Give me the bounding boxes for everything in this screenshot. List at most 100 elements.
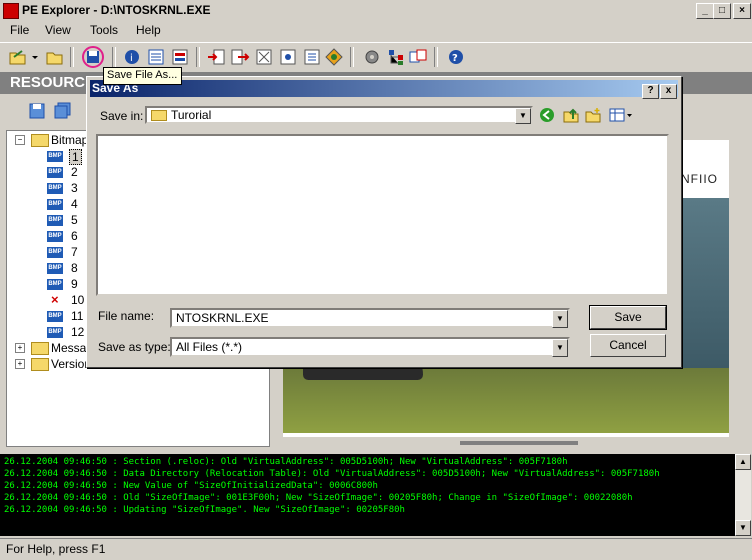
file-name-input[interactable]: NTOSKRNL.EXE ▼	[170, 308, 570, 328]
folder-icon	[31, 358, 49, 371]
file-name-value: NTOSKRNL.EXE	[176, 311, 269, 325]
bitmap-icon: BMP	[47, 263, 63, 274]
bitmap-icon: BMP	[47, 279, 63, 290]
chevron-down-icon[interactable]: ▼	[552, 339, 568, 357]
settings-icon[interactable]	[362, 47, 382, 67]
menu-help[interactable]: Help	[136, 23, 161, 37]
preview-scrollbar[interactable]	[460, 441, 578, 445]
save-as-dialog: Save As ? x Save in: Turorial ▼ File nam…	[86, 76, 682, 368]
open-folder-icon[interactable]	[45, 47, 65, 67]
title-bar: PE Explorer - D:\NTOSKRNL.EXE _ □ ×	[0, 0, 752, 20]
file-list[interactable]	[96, 134, 669, 296]
debug-icon[interactable]	[278, 47, 298, 67]
bitmap-icon: BMP	[47, 247, 63, 258]
tree-item-label: 10	[71, 293, 85, 307]
bitmap-icon: BMP	[47, 167, 63, 178]
save-in-value: Turorial	[171, 108, 212, 122]
tree-item-label: 3	[71, 181, 78, 195]
info-icon[interactable]: i	[122, 47, 142, 67]
help-icon[interactable]: ?	[446, 47, 466, 67]
tree-item-label: 4	[71, 197, 78, 211]
minimize-button[interactable]: _	[696, 3, 714, 19]
svg-text:?: ?	[452, 53, 458, 64]
save-as-type-dropdown[interactable]: All Files (*.*) ▼	[170, 337, 570, 357]
svg-text:i: i	[130, 53, 133, 64]
chevron-down-icon[interactable]: ▼	[552, 310, 568, 328]
chevron-down-icon[interactable]: ▼	[515, 108, 531, 124]
dialog-close-button[interactable]: x	[660, 84, 677, 99]
error-icon: ×	[51, 292, 59, 307]
log-panel: 26.12.2004 09:46:50 : Section (.reloc): …	[0, 454, 739, 536]
open-icon[interactable]	[8, 47, 28, 67]
save-resource-icon[interactable]	[28, 102, 46, 120]
tree-item-label: 6	[71, 229, 78, 243]
menu-tools[interactable]: Tools	[90, 23, 118, 37]
tree-item-label: 12	[71, 325, 85, 339]
dependency-icon[interactable]	[324, 47, 344, 67]
open-dropdown-icon[interactable]	[30, 47, 40, 67]
imports-icon[interactable]	[206, 47, 226, 67]
tree-item-label: 11	[71, 309, 84, 323]
save-as-type-value: All Files (*.*)	[176, 340, 243, 354]
tree-label: Bitmap	[51, 133, 89, 147]
status-bar: For Help, press F1	[0, 538, 752, 560]
log-scrollbar[interactable]: ▲ ▼	[735, 454, 751, 536]
save-tooltip: Save File As...	[103, 67, 182, 85]
cancel-button[interactable]: Cancel	[590, 334, 666, 357]
bitmap-icon: BMP	[47, 199, 63, 210]
bitmap-icon: BMP	[47, 183, 63, 194]
disassembler-icon[interactable]	[302, 47, 322, 67]
tree-item-label: 7	[71, 245, 78, 259]
save-icon[interactable]	[82, 46, 104, 68]
menu-file[interactable]: File	[10, 23, 29, 37]
exports-icon[interactable]	[230, 47, 250, 67]
menu-view[interactable]: View	[45, 23, 71, 37]
tree-item-label: 2	[71, 165, 78, 179]
view-menu-icon[interactable]	[609, 107, 633, 123]
toolbar-separator	[70, 47, 74, 67]
menu-bar: File View Tools Help	[0, 21, 752, 39]
folder-open-icon	[31, 134, 49, 147]
resources-header-title: RESOURC	[10, 74, 86, 91]
tree-view-icon[interactable]	[386, 47, 406, 67]
log-line: 26.12.2004 09:46:50 : Data Directory (Re…	[4, 469, 660, 479]
compare-icon[interactable]	[408, 47, 428, 67]
directories-icon[interactable]	[170, 47, 190, 67]
scroll-up-icon[interactable]: ▲	[735, 454, 751, 470]
file-name-label: File name:	[98, 309, 155, 323]
sections-icon[interactable]	[146, 47, 166, 67]
save-as-type-label: Save as type:	[98, 340, 171, 354]
log-line: 26.12.2004 09:46:50 : Old "SizeOfImage":…	[4, 493, 633, 503]
resources-icon[interactable]	[254, 47, 274, 67]
tree-item-label: 9	[71, 277, 78, 291]
toolbar-separator	[196, 47, 200, 67]
back-icon[interactable]	[539, 107, 555, 123]
close-button[interactable]: ×	[733, 3, 751, 19]
bitmap-icon: BMP	[47, 215, 63, 226]
folder-icon	[31, 342, 49, 355]
window-title: PE Explorer - D:\NTOSKRNL.EXE	[22, 3, 211, 17]
expand-icon[interactable]: +	[15, 359, 25, 369]
save-button[interactable]: Save	[589, 305, 667, 330]
folder-icon	[151, 110, 167, 121]
maximize-button[interactable]: □	[713, 3, 731, 19]
up-folder-icon[interactable]	[563, 107, 579, 123]
dialog-help-button[interactable]: ?	[642, 84, 659, 99]
expand-icon[interactable]: +	[15, 343, 25, 353]
collapse-icon[interactable]: −	[15, 135, 25, 145]
log-line: 26.12.2004 09:46:50 : Updating "SizeOfIm…	[4, 505, 405, 515]
app-icon	[3, 3, 19, 19]
tree-item-label: 1	[69, 149, 82, 165]
toolbar-separator	[112, 47, 116, 67]
save-all-resources-icon[interactable]	[54, 102, 72, 120]
bitmap-icon: BMP	[47, 327, 63, 338]
bitmap-icon: BMP	[47, 151, 63, 162]
tree-item-label: 8	[71, 261, 78, 275]
new-folder-icon[interactable]	[585, 107, 601, 123]
bitmap-icon: BMP	[47, 311, 63, 322]
scroll-down-icon[interactable]: ▼	[735, 520, 751, 536]
tree-item-label: 5	[71, 213, 78, 227]
toolbar-separator	[434, 47, 438, 67]
status-text: For Help, press F1	[6, 542, 106, 556]
save-in-dropdown[interactable]: Turorial ▼	[145, 106, 533, 124]
